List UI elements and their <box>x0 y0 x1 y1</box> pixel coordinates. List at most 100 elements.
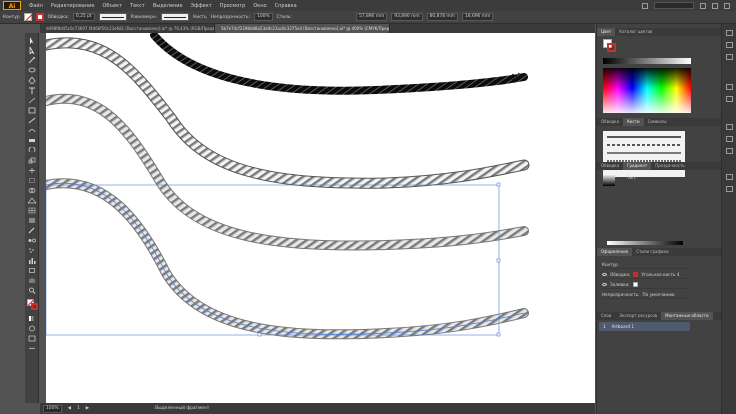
edit-toolbar-icon[interactable] <box>28 345 36 352</box>
rectangle-tool-icon[interactable] <box>28 107 36 114</box>
opacity-field[interactable]: 100% <box>254 13 273 21</box>
appearance-opacity-value[interactable]: По умолчанию <box>643 292 675 297</box>
tab-stroke[interactable]: Обводка <box>597 118 623 126</box>
canvas-area[interactable] <box>40 33 595 403</box>
hand-tool-icon[interactable] <box>28 277 36 284</box>
tab-appearance[interactable]: Оформление <box>597 248 633 256</box>
panel-symbols-icon[interactable] <box>726 96 733 102</box>
magic-wand-icon[interactable] <box>28 57 36 64</box>
minimize-icon[interactable] <box>700 2 706 9</box>
artboard-tool-icon[interactable] <box>28 267 36 274</box>
bbox-handle-tr[interactable] <box>496 182 501 187</box>
artboard-row[interactable]: 1 Artboard 1 <box>599 322 690 331</box>
arrange-icon[interactable] <box>642 2 648 9</box>
stroke-weight-field[interactable]: 0,25 pt <box>72 13 95 21</box>
grayscale-ramp[interactable] <box>603 58 691 64</box>
tab-document-2[interactable]: 5b7e74cf2298dd8a53a9c21ac8c3275e4 [Восст… <box>215 24 390 33</box>
panel-transform-icon[interactable] <box>726 136 733 142</box>
menu-select[interactable]: Выделение <box>149 3 187 9</box>
rotate-tool-icon[interactable] <box>28 147 36 154</box>
bbox-handle-br[interactable] <box>496 332 501 337</box>
selection-tool-icon[interactable] <box>28 37 36 44</box>
width-tool-icon[interactable] <box>28 167 36 174</box>
panel-pathfinder-icon[interactable] <box>726 148 733 154</box>
x-field[interactable]: 57,896 mm <box>355 13 388 21</box>
fill-stroke-icon[interactable] <box>27 299 38 310</box>
panel-swatches-icon[interactable] <box>726 84 733 90</box>
tab-layers[interactable]: Слои <box>597 312 615 320</box>
free-transform-icon[interactable] <box>28 177 36 184</box>
search-input[interactable] <box>654 2 694 9</box>
artboard-nav-next-icon[interactable]: ▶ <box>86 406 89 411</box>
panel-properties-icon[interactable] <box>726 30 733 36</box>
rope-artwork[interactable] <box>40 33 595 403</box>
rope-gray-2[interactable] <box>42 94 528 250</box>
tab-color-guide[interactable]: Каталог цветов <box>615 28 656 36</box>
artboard[interactable] <box>40 33 595 403</box>
zoom-tool-icon[interactable] <box>28 287 36 294</box>
appearance-fill-swatch[interactable] <box>632 281 638 287</box>
pen-tool-icon[interactable] <box>28 77 36 84</box>
panel-paragraph-icon[interactable] <box>726 186 733 192</box>
gradient-slider[interactable] <box>607 241 683 245</box>
tab-document-1[interactable]: d498f8d45c0c73697 f4d66f56c23e681 [Восст… <box>40 24 215 33</box>
tab-stroke-2[interactable]: Обводка <box>597 162 623 170</box>
rope-selected[interactable] <box>42 179 528 339</box>
appearance-fill-row[interactable]: Заливка: <box>602 280 690 289</box>
bbox-handle-b[interactable] <box>257 332 262 337</box>
tab-graphic-styles[interactable]: Стили графики <box>632 248 672 256</box>
menu-type[interactable]: Текст <box>126 3 149 9</box>
profile-preview[interactable] <box>98 13 127 21</box>
visibility-eye-icon[interactable] <box>602 272 607 276</box>
panel-libraries-icon[interactable] <box>726 54 733 60</box>
maximize-icon[interactable] <box>712 2 718 9</box>
panel-align-icon[interactable] <box>726 124 733 130</box>
tab-artboards[interactable]: Монтажные области <box>661 312 713 320</box>
type-tool-icon[interactable] <box>28 87 36 94</box>
zoom-field[interactable]: 100% <box>43 404 62 413</box>
shaper-tool-icon[interactable] <box>28 127 36 134</box>
direct-selection-tool-icon[interactable] <box>28 47 36 54</box>
artboard-nav-prev-icon[interactable]: ◀ <box>68 406 71 411</box>
panel-character-icon[interactable] <box>726 174 733 180</box>
paintbrush-tool-icon[interactable] <box>28 117 36 124</box>
tab-gradient[interactable]: Градиент <box>623 162 652 170</box>
menu-window[interactable]: Окно <box>249 3 270 9</box>
visibility-eye-icon[interactable] <box>602 282 607 286</box>
line-tool-icon[interactable] <box>28 97 36 104</box>
brush-library[interactable] <box>603 131 685 177</box>
color-mode-icon[interactable] <box>28 315 36 322</box>
scale-tool-icon[interactable] <box>28 157 36 164</box>
h-field[interactable]: 18,696 mm <box>461 13 494 21</box>
artboard-name[interactable]: Artboard 1 <box>612 324 634 329</box>
rope-gray-1[interactable] <box>41 38 529 188</box>
color-stroke-swatch[interactable] <box>607 43 616 52</box>
w-field[interactable]: 80,878 mm <box>426 13 458 21</box>
symbol-sprayer-icon[interactable] <box>28 247 36 254</box>
shape-builder-icon[interactable] <box>28 187 36 194</box>
appearance-stroke-value[interactable]: Угольная кисть 4 <box>641 272 679 277</box>
appearance-stroke-row[interactable]: Обводка: Угольная кисть 4 <box>602 270 690 279</box>
column-graph-icon[interactable] <box>28 257 36 264</box>
perspective-grid-icon[interactable] <box>28 197 36 204</box>
y-field[interactable]: 93,890 mm <box>391 13 423 21</box>
lasso-tool-icon[interactable] <box>28 67 36 74</box>
menu-file[interactable]: Файл <box>25 3 47 9</box>
tab-asset-export[interactable]: Экспорт ресурсов <box>615 312 661 320</box>
blend-tool-icon[interactable] <box>28 237 36 244</box>
tab-brushes[interactable]: Кисти <box>623 118 644 126</box>
close-icon[interactable] <box>724 2 730 9</box>
tab-transparency[interactable]: Прозрачность <box>651 162 688 170</box>
stroke-swatch[interactable] <box>35 13 44 21</box>
menu-object[interactable]: Объект <box>98 3 126 9</box>
draw-mode-icon[interactable] <box>28 325 36 332</box>
panel-layers-icon[interactable] <box>726 42 733 48</box>
artboard-number[interactable]: 1 <box>77 406 80 411</box>
mesh-tool-icon[interactable] <box>28 207 36 214</box>
eyedropper-tool-icon[interactable] <box>28 227 36 234</box>
menu-view[interactable]: Просмотр <box>216 3 250 9</box>
menu-edit[interactable]: Редактирование <box>47 3 99 9</box>
menu-help[interactable]: Справка <box>271 3 301 9</box>
gradient-swatch[interactable] <box>603 174 615 186</box>
appearance-opacity-row[interactable]: Непрозрачность: По умолчанию <box>602 290 690 299</box>
